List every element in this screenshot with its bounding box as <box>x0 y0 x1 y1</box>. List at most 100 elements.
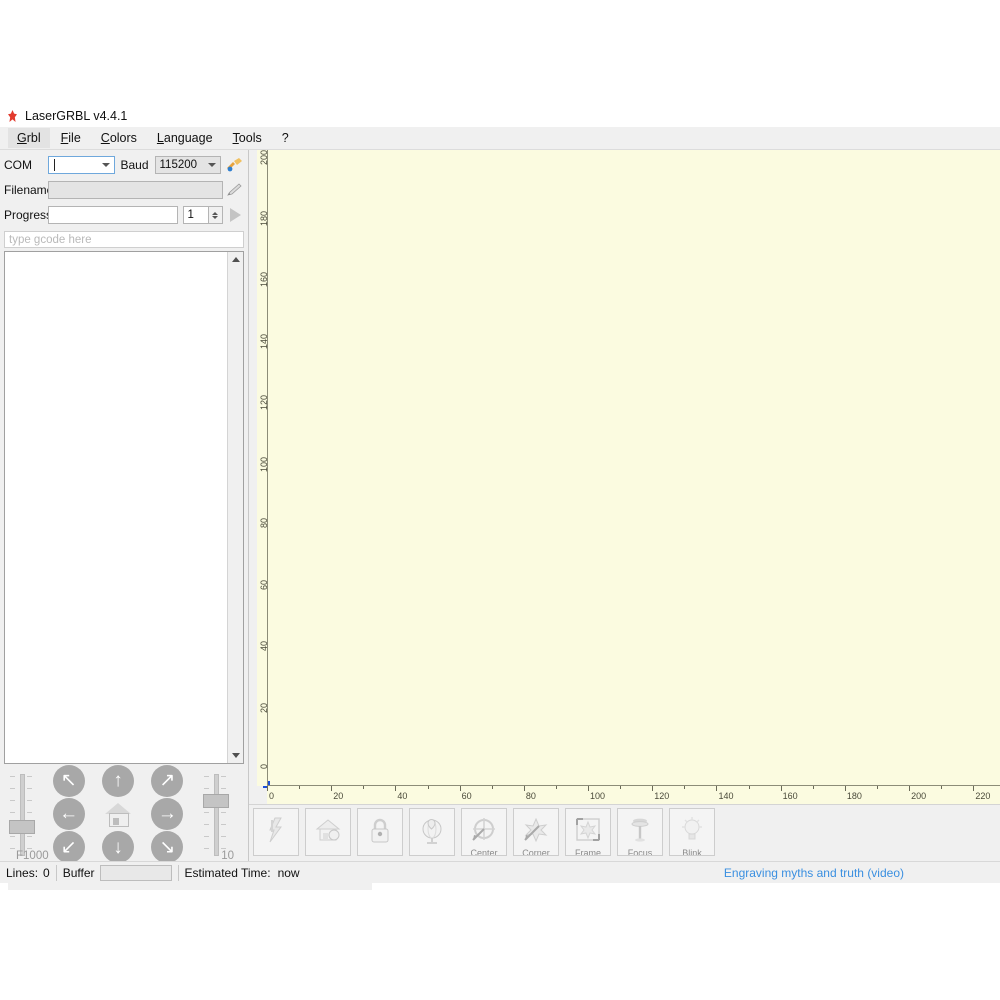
x-tick <box>909 786 910 791</box>
estimated-time-cell: Estimated Time: now <box>179 862 306 884</box>
repeat-count-stepper[interactable] <box>209 206 223 224</box>
jog-left-button[interactable]: ← <box>53 798 85 830</box>
x-tick-minor <box>492 786 493 789</box>
x-tick <box>716 786 717 791</box>
lines-cell: Lines: 0 <box>0 862 56 884</box>
x-tick-label: 180 <box>847 791 862 801</box>
x-tick-minor <box>813 786 814 789</box>
x-tick-minor <box>299 786 300 789</box>
bottom-strip <box>0 883 1000 890</box>
x-tick-minor <box>620 786 621 789</box>
laser-toolbar: Center Corner Frame Focus Blink <box>249 804 1000 864</box>
jog-right-button[interactable]: → <box>151 798 183 830</box>
focus-button[interactable]: Focus <box>617 808 663 856</box>
window-title: LaserGRBL v4.4.1 <box>25 109 127 123</box>
menu-grbl[interactable]: GGrblrbl <box>8 128 50 148</box>
blink-button[interactable]: Blink <box>669 808 715 856</box>
com-port-select[interactable] <box>48 156 115 174</box>
buffer-gauge <box>100 865 172 881</box>
step-size-slider[interactable] <box>198 772 232 856</box>
frame-button[interactable]: Frame <box>565 808 611 856</box>
menu-file[interactable]: File <box>52 128 90 148</box>
connect-plug-icon[interactable] <box>224 156 244 174</box>
scroll-up-icon[interactable] <box>228 252 243 267</box>
x-tick-minor <box>556 786 557 789</box>
baud-label: Baud <box>121 158 155 172</box>
menu-language[interactable]: Language <box>148 128 222 148</box>
corner-star-icon <box>521 816 551 849</box>
buffer-cell: Buffer <box>57 862 178 884</box>
feed-slider-thumb[interactable] <box>9 820 35 834</box>
gcode-log-scrollbar[interactable] <box>227 252 243 763</box>
step-slider-track <box>214 774 219 856</box>
center-button[interactable]: Center <box>461 808 507 856</box>
home-icon <box>105 803 131 825</box>
toolbar-button-caption: Corner <box>514 848 558 856</box>
feed-rate-slider[interactable] <box>4 772 38 856</box>
x-tick-minor <box>877 786 878 789</box>
reset-button[interactable] <box>409 808 455 856</box>
jog-up-button[interactable]: ↑ <box>102 765 134 797</box>
gcode-log-area <box>5 252 227 763</box>
toolbar-button-caption: Frame <box>566 848 610 856</box>
toolbar-button-caption: Blink <box>670 848 714 856</box>
menu-colors[interactable]: Colors <box>92 128 146 148</box>
corner-button[interactable]: Corner <box>513 808 559 856</box>
jog-home-button[interactable] <box>102 798 134 830</box>
baud-select[interactable]: 115200 <box>155 156 222 174</box>
jog-down-button[interactable]: ↓ <box>102 831 134 863</box>
x-tick <box>781 786 782 791</box>
estimated-time-value: now <box>278 866 300 880</box>
repeat-count-input[interactable]: 1 <box>183 206 208 224</box>
x-tick-label: 200 <box>911 791 926 801</box>
pencil-icon[interactable] <box>226 182 244 198</box>
chevron-down-icon <box>102 163 110 167</box>
filename-field <box>48 181 223 199</box>
toolbar-button-caption: Focus <box>618 848 662 856</box>
x-tick-label: 220 <box>975 791 990 801</box>
x-tick-minor <box>941 786 942 789</box>
left-panel: COM Baud 115200 <box>0 150 249 864</box>
com-row: COM Baud 115200 <box>4 154 244 176</box>
center-crosshair-icon <box>469 816 499 849</box>
x-tick <box>588 786 589 791</box>
jog-up-left-button[interactable]: ↖ <box>53 765 85 797</box>
menu-bar: GGrblrbl File Colors Language Tools ? <box>0 127 1000 150</box>
jog-down-left-button[interactable]: ↙ <box>53 831 85 863</box>
globe-pin-icon <box>417 816 447 849</box>
jog-up-right-button[interactable]: ↗ <box>151 765 183 797</box>
gcode-log-list[interactable] <box>4 251 244 764</box>
estimated-time-label: Estimated Time: <box>185 866 271 880</box>
text-cursor <box>54 159 55 171</box>
unlock-button[interactable] <box>357 808 403 856</box>
x-tick-label: 120 <box>654 791 669 801</box>
connection-form: COM Baud 115200 <box>0 150 248 229</box>
right-panel: 020406080100120140160180200 020406080100… <box>249 150 1000 864</box>
x-tick <box>845 786 846 791</box>
home-search-icon <box>313 816 343 849</box>
step-slider-thumb[interactable] <box>203 794 229 808</box>
connect-laser-button[interactable] <box>253 808 299 856</box>
com-label: COM <box>4 158 48 172</box>
x-tick-minor <box>428 786 429 789</box>
menu-help[interactable]: ? <box>273 128 298 148</box>
preview-canvas-wrap: 020406080100120140160180200 020406080100… <box>249 150 1000 808</box>
engraving-video-link[interactable]: Engraving myths and truth (video) <box>724 866 904 880</box>
gcode-input[interactable]: type gcode here <box>4 231 244 248</box>
focus-lamp-icon <box>625 816 655 849</box>
jog-pad: ↖ ↑ ↗ ← → ↙ ↓ ↘ <box>44 764 192 864</box>
feed-slider-track <box>20 774 25 856</box>
play-icon[interactable] <box>227 206 245 224</box>
home-button[interactable] <box>305 808 351 856</box>
menu-tools[interactable]: Tools <box>224 128 271 148</box>
x-tick <box>331 786 332 791</box>
blink-bulb-icon <box>677 816 707 849</box>
x-tick-minor <box>363 786 364 789</box>
filename-row: Filename <box>4 179 244 201</box>
jog-down-right-button[interactable]: ↘ <box>151 831 183 863</box>
scroll-down-icon[interactable] <box>228 748 243 763</box>
x-tick-minor <box>684 786 685 789</box>
x-tick-label: 100 <box>590 791 605 801</box>
main-area: COM Baud 115200 <box>0 150 1000 864</box>
preview-canvas[interactable] <box>267 150 1000 786</box>
